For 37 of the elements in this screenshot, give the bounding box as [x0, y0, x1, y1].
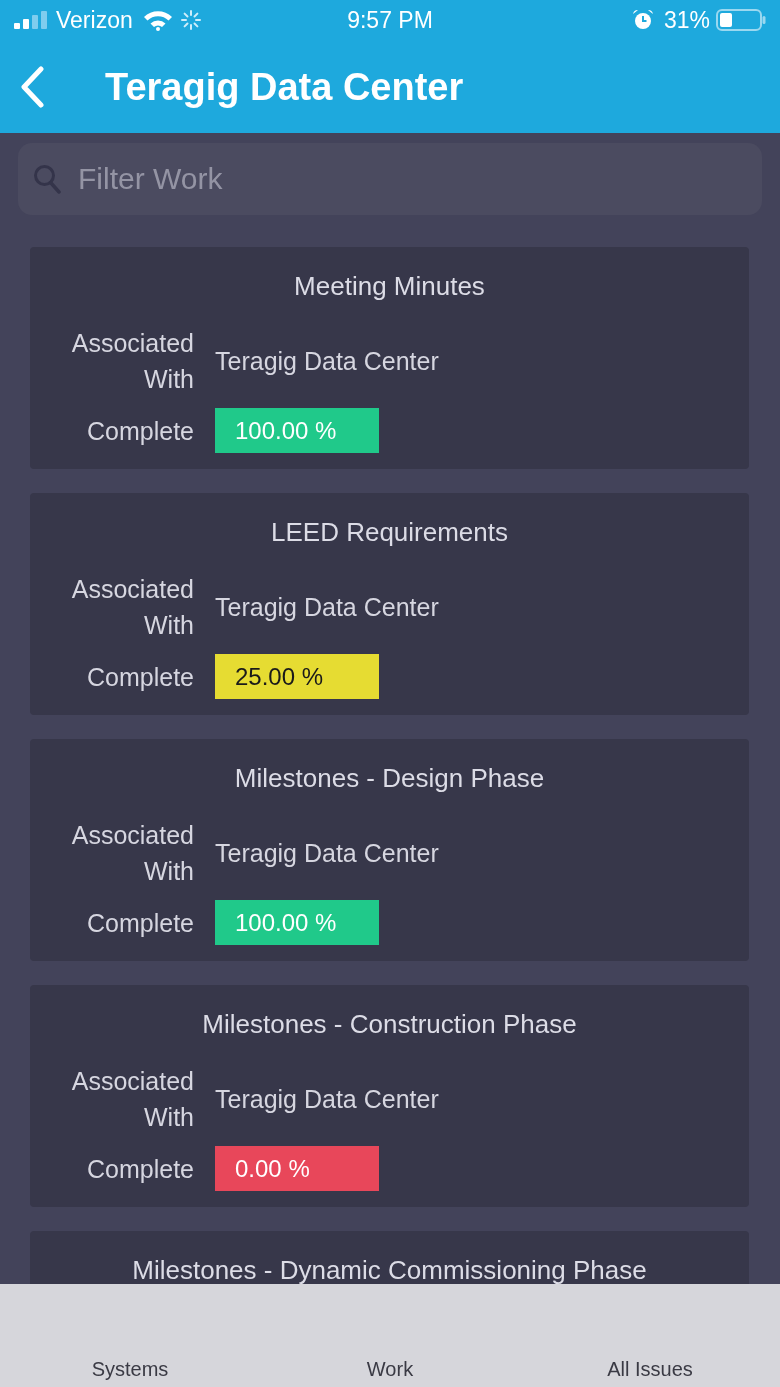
complete-percent-badge: 100.00 % [215, 408, 379, 453]
search-field[interactable]: Filter Work [18, 143, 762, 215]
battery-percent: 31% [663, 8, 710, 32]
loading-spinner-icon [180, 10, 201, 30]
signal-icon [14, 11, 48, 29]
work-title: Meeting Minutes [293, 271, 486, 301]
back-chevron-icon [19, 65, 45, 108]
complete-label: Complete [86, 1153, 194, 1185]
work-title: Milestones - Dynamic Commissioning Phase [131, 1255, 648, 1284]
associated-value: Teragig Data Center [215, 838, 439, 869]
work-title: Milestones - Design Phase [233, 763, 546, 793]
alarm-clock-icon [631, 9, 654, 31]
search-icon [33, 164, 61, 194]
tab-item[interactable]: Work [366, 1355, 414, 1383]
associated-label: Associated With [70, 1066, 194, 1133]
associated-value: Teragig Data Center [215, 592, 439, 623]
tab-item[interactable]: All Issues [607, 1355, 693, 1383]
complete-percent-badge: 25.00 % [215, 654, 379, 699]
work-title: LEED Requirements [270, 517, 509, 547]
tab-item[interactable]: Systems [91, 1355, 169, 1383]
complete-percent-badge: 100.00 % [215, 900, 379, 945]
associated-label: Associated With [70, 574, 194, 641]
page-title: Teragig Data Center [105, 67, 464, 106]
work-title: Milestones - Construction Phase [201, 1009, 578, 1039]
battery-icon [716, 9, 766, 31]
associated-label: Associated With [70, 328, 194, 395]
associated-label: Associated With [70, 820, 194, 887]
complete-label: Complete [86, 415, 194, 447]
associated-value: Teragig Data Center [215, 346, 439, 377]
carrier-name: Verizon [56, 8, 133, 32]
wifi-icon [142, 9, 173, 31]
complete-percent-badge: 0.00 % [215, 1146, 379, 1191]
clock-time: 9:57 PM [347, 8, 433, 32]
associated-value: Teragig Data Center [215, 1084, 439, 1115]
complete-label: Complete [86, 907, 194, 939]
complete-label: Complete [86, 661, 194, 693]
work-card[interactable]: Milestones - Dynamic Commissioning Phase [30, 1231, 749, 1284]
